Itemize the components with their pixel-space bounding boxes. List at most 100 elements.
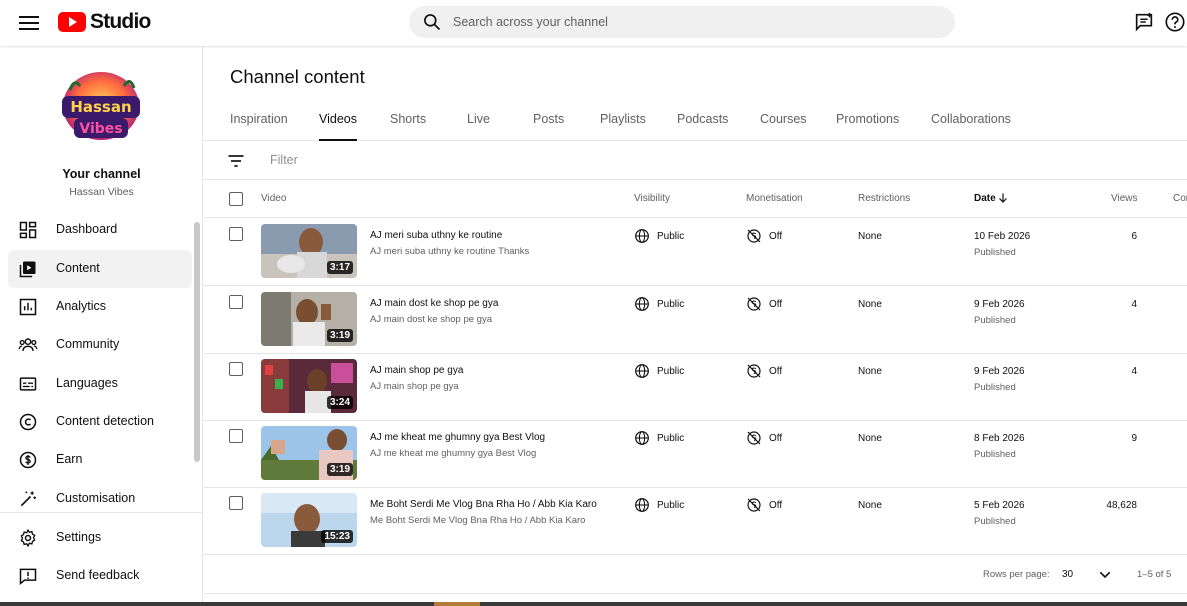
monetisation-value: Off [769, 231, 783, 242]
row-checkbox[interactable] [229, 227, 243, 241]
tab-posts[interactable]: Posts [533, 112, 564, 141]
tab-shorts[interactable]: Shorts [390, 112, 426, 141]
restrictions-value: None [858, 231, 882, 242]
video-thumbnail[interactable]: 3:19 [261, 426, 357, 480]
select-all-checkbox[interactable] [229, 192, 243, 206]
rows-per-page-select[interactable]: 30 [1062, 569, 1073, 580]
table-row[interactable]: 3:19 AJ main dost ke shop pe gya AJ main… [204, 286, 1187, 354]
row-checkbox[interactable] [229, 429, 243, 443]
video-thumbnail[interactable]: 3:17 [261, 224, 357, 278]
tab-inspiration[interactable]: Inspiration [230, 112, 288, 141]
globe-icon[interactable] [634, 228, 650, 244]
filter-bar [204, 141, 1187, 180]
monetisation-off-icon[interactable] [746, 228, 762, 244]
row-checkbox[interactable] [229, 496, 243, 510]
studio-logo[interactable]: Studio [58, 10, 151, 34]
restrictions-value: None [858, 433, 882, 444]
sidebar-item-languages[interactable]: Languages [8, 365, 192, 403]
table-row[interactable]: 3:24 AJ main shop pe gya AJ main shop pe… [204, 353, 1187, 421]
tab-videos[interactable]: Videos [319, 112, 357, 141]
tab-promotions[interactable]: Promotions [836, 112, 899, 141]
sidebar-scrollbar[interactable] [194, 222, 200, 462]
sidebar-item-analytics[interactable]: Analytics [8, 288, 192, 326]
chevron-down-icon[interactable] [1097, 567, 1113, 583]
monetisation-value: Off [769, 500, 783, 511]
video-thumbnail[interactable]: 3:24 [261, 359, 357, 413]
video-thumbnail[interactable]: 15:23 [261, 493, 357, 547]
date-status: Published [974, 382, 1016, 393]
date-status: Published [974, 315, 1016, 326]
sidebar-item-label: Content [56, 261, 100, 275]
video-title[interactable]: AJ main shop pe gya [370, 365, 463, 376]
video-title[interactable]: AJ main dost ke shop pe gya [370, 298, 498, 309]
video-title[interactable]: AJ me kheat me ghumny gya Best Vlog [370, 432, 545, 443]
column-header-comments[interactable]: Con [1173, 193, 1187, 204]
table-row[interactable]: 3:19 AJ me kheat me ghumny gya Best Vlog… [204, 420, 1187, 488]
column-header-monetisation[interactable]: Monetisation [746, 193, 803, 204]
video-title[interactable]: AJ meri suba uthny ke routine [370, 230, 502, 241]
date-value: 8 Feb 2026 [974, 433, 1025, 444]
date-value: 10 Feb 2026 [974, 231, 1031, 242]
feedback-icon [19, 568, 37, 586]
video-description: AJ meri suba uthny ke routine Thanks [370, 246, 530, 257]
analytics-icon [19, 298, 37, 316]
sidebar-item-earn[interactable]: Earn [8, 441, 192, 479]
monetisation-off-icon[interactable] [746, 296, 762, 312]
sidebar-item-content-detection[interactable]: Content detection [8, 403, 192, 441]
magic-wand-icon [20, 491, 36, 507]
main-content: Channel content Inspiration Videos Short… [204, 46, 1187, 606]
column-header-video: Video [261, 193, 287, 204]
column-header-visibility[interactable]: Visibility [634, 193, 670, 204]
sidebar: Hassan Vibes Your channel Hassan Vibes D… [0, 46, 203, 606]
restrictions-value: None [858, 299, 882, 310]
globe-icon[interactable] [634, 497, 650, 513]
table-row[interactable]: 3:17 AJ meri suba uthny ke routine AJ me… [204, 218, 1187, 286]
table-row[interactable]: 15:23 Me Boht Serdi Me Vlog Bna Rha Ho /… [204, 487, 1187, 555]
sort-down-arrow-icon [999, 193, 1007, 203]
search-bar[interactable] [409, 6, 955, 38]
video-title[interactable]: Me Boht Serdi Me Vlog Bna Rha Ho / Abb K… [370, 499, 597, 510]
sidebar-item-label: Customisation [56, 491, 136, 505]
globe-icon[interactable] [634, 430, 650, 446]
sidebar-item-settings[interactable]: Settings [8, 519, 192, 557]
pagination-range: 1–5 of 5 [1137, 569, 1172, 580]
filter-input[interactable] [270, 150, 570, 170]
column-header-date[interactable]: Date [974, 193, 1007, 204]
sidebar-item-label: Send feedback [56, 568, 140, 582]
tab-collaborations[interactable]: Collaborations [931, 112, 1011, 141]
youtube-play-icon [58, 12, 86, 32]
tab-live[interactable]: Live [467, 112, 490, 141]
help-icon[interactable] [1164, 11, 1186, 33]
hamburger-menu-icon[interactable] [18, 12, 40, 34]
monetisation-off-icon[interactable] [746, 497, 762, 513]
video-description: AJ main shop pe gya [370, 381, 459, 392]
sidebar-item-label: Dashboard [56, 222, 118, 236]
create-feedback-icon[interactable] [1133, 11, 1155, 33]
tab-courses[interactable]: Courses [760, 112, 807, 141]
channel-avatar[interactable]: Hassan Vibes [56, 68, 146, 148]
monetisation-off-icon[interactable] [746, 363, 762, 379]
sidebar-item-community[interactable]: Community [8, 326, 192, 364]
filter-icon[interactable] [226, 151, 246, 171]
monetisation-value: Off [769, 299, 783, 310]
globe-icon[interactable] [634, 296, 650, 312]
views-value: 9 [1131, 433, 1137, 444]
search-input[interactable] [453, 6, 933, 38]
globe-icon[interactable] [634, 363, 650, 379]
column-header-restrictions[interactable]: Restrictions [858, 193, 910, 204]
sidebar-item-content[interactable]: Content [8, 250, 192, 288]
date-value: 9 Feb 2026 [974, 366, 1025, 377]
views-value: 4 [1131, 366, 1137, 377]
sidebar-item-dashboard[interactable]: Dashboard [8, 211, 192, 249]
row-checkbox[interactable] [229, 295, 243, 309]
tab-playlists[interactable]: Playlists [600, 112, 646, 141]
dashboard-icon [19, 221, 37, 239]
column-header-views[interactable]: Views [1111, 193, 1138, 204]
row-checkbox[interactable] [229, 362, 243, 376]
video-duration: 3:17 [326, 261, 353, 274]
tab-podcasts[interactable]: Podcasts [677, 112, 728, 141]
sidebar-item-send-feedback[interactable]: Send feedback [8, 557, 192, 595]
monetisation-off-icon[interactable] [746, 430, 762, 446]
video-thumbnail[interactable]: 3:19 [261, 292, 357, 346]
top-bar: Studio [0, 0, 1187, 46]
